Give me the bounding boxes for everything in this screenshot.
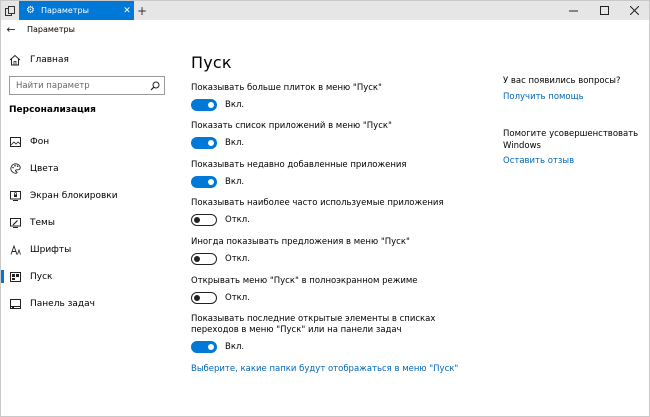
sidebar-item-home[interactable]: Главная bbox=[9, 54, 69, 66]
improve-text-line2: Windows bbox=[503, 141, 541, 151]
toggle-state: Вкл. bbox=[225, 342, 245, 352]
setting-suggestions: Иногда показывать предложения в меню "Пу… bbox=[191, 237, 491, 265]
app-title: Параметры bbox=[27, 24, 75, 34]
setting-label: Показать список приложений в меню "Пуск" bbox=[191, 121, 392, 131]
toggle-switch[interactable] bbox=[191, 292, 217, 304]
minimize-button[interactable] bbox=[558, 1, 588, 20]
sidebar-item-label: Экран блокировки bbox=[30, 190, 118, 201]
tab-overview-icon bbox=[5, 5, 15, 16]
sidebar-item-label: Пуск bbox=[30, 271, 53, 282]
setting-label-line1: Показывать последние открытые элементы в… bbox=[191, 314, 436, 324]
tab-close-button[interactable]: ✕ bbox=[120, 6, 134, 16]
sidebar-item-start[interactable]: Пуск bbox=[1, 263, 181, 290]
sidebar-item-label: Шрифты bbox=[30, 244, 72, 255]
setting-more-tiles: Показывать больше плиток в меню "Пуск" В… bbox=[191, 83, 491, 111]
sidebar-item-background[interactable]: Фон bbox=[1, 128, 181, 155]
setting-recently-added: Показывать недавно добавленные приложени… bbox=[191, 160, 491, 188]
app-header: ← Параметры bbox=[1, 20, 181, 38]
close-window-button[interactable] bbox=[619, 1, 649, 20]
setting-label-line2: переходов в меню "Пуск" или на панели за… bbox=[191, 325, 402, 335]
setting-fullscreen: Открывать меню "Пуск" в полноэкранном ре… bbox=[191, 276, 491, 304]
toggle-switch[interactable] bbox=[191, 99, 217, 111]
improve-text-line1: Помогите усовершенствовать bbox=[503, 129, 639, 139]
maximize-icon bbox=[599, 6, 609, 15]
close-icon bbox=[629, 6, 639, 15]
title-bar: ⚙ Параметры ✕ + bbox=[1, 1, 649, 20]
sidebar-item-label: Темы bbox=[30, 217, 55, 228]
feedback-link[interactable]: Оставить отзыв bbox=[503, 156, 574, 166]
get-help-link[interactable]: Получить помощь bbox=[503, 92, 584, 102]
lock-screen-icon bbox=[9, 190, 21, 202]
toggle-switch[interactable] bbox=[191, 214, 217, 226]
sidebar: Главная Найти параметр Персонализация Фо… bbox=[1, 38, 181, 416]
search-icon[interactable] bbox=[146, 81, 164, 91]
sidebar-item-themes[interactable]: Темы bbox=[1, 209, 181, 236]
search-placeholder: Найти параметр bbox=[16, 80, 90, 91]
toggle-state: Вкл. bbox=[225, 138, 245, 148]
sidebar-item-taskbar[interactable]: Панель задач bbox=[1, 290, 181, 317]
setting-label: Иногда показывать предложения в меню "Пу… bbox=[191, 237, 410, 247]
settings-window: ⚙ Параметры ✕ + ← Параметры Главная Найт… bbox=[0, 0, 650, 417]
sidebar-item-label: Панель задач bbox=[30, 298, 95, 309]
minimize-icon bbox=[568, 10, 578, 12]
choose-folders-link[interactable]: Выберите, какие папки будут отображаться… bbox=[191, 364, 458, 374]
setting-label: Показывать недавно добавленные приложени… bbox=[191, 160, 407, 170]
tab-overview-button[interactable] bbox=[1, 1, 19, 20]
toggle-switch[interactable] bbox=[191, 253, 217, 265]
setting-most-used: Показывать наиболее часто используемые п… bbox=[191, 198, 491, 226]
toggle-state: Откл. bbox=[225, 293, 250, 303]
image-icon bbox=[9, 136, 21, 148]
sidebar-item-lock-screen[interactable]: Экран блокировки bbox=[1, 182, 181, 209]
start-icon bbox=[9, 271, 21, 283]
setting-app-list: Показать список приложений в меню "Пуск"… bbox=[191, 121, 491, 149]
palette-icon bbox=[9, 163, 21, 175]
font-icon bbox=[9, 244, 21, 256]
tab-label: Параметры bbox=[41, 6, 89, 15]
sidebar-item-colors[interactable]: Цвета bbox=[1, 155, 181, 182]
toggle-switch[interactable] bbox=[191, 137, 217, 149]
setting-label: Показывать больше плиток в меню "Пуск" bbox=[191, 83, 382, 93]
sidebar-item-label: Цвета bbox=[30, 163, 59, 174]
toggle-state: Вкл. bbox=[225, 100, 245, 110]
sidebar-item-fonts[interactable]: Шрифты bbox=[1, 236, 181, 263]
toggle-switch[interactable] bbox=[191, 176, 217, 188]
gear-icon: ⚙ bbox=[26, 5, 35, 16]
maximize-button[interactable] bbox=[589, 1, 619, 20]
toggle-state: Откл. bbox=[225, 215, 250, 225]
tab-settings[interactable]: ⚙ Параметры ✕ bbox=[19, 1, 134, 20]
brush-icon bbox=[9, 217, 21, 229]
taskbar-icon bbox=[9, 298, 21, 310]
help-question: У вас появились вопросы? bbox=[503, 76, 621, 86]
back-button[interactable]: ← bbox=[1, 23, 21, 36]
new-tab-button[interactable]: + bbox=[135, 1, 149, 20]
sidebar-item-label: Фон bbox=[30, 136, 50, 147]
search-input[interactable]: Найти параметр bbox=[9, 76, 165, 95]
setting-label: Открывать меню "Пуск" в полноэкранном ре… bbox=[191, 276, 418, 286]
toggle-state: Откл. bbox=[225, 254, 250, 264]
toggle-state: Вкл. bbox=[225, 177, 245, 187]
page-title: Пуск bbox=[191, 53, 232, 72]
toggle-switch[interactable] bbox=[191, 341, 217, 353]
setting-label: Показывать наиболее часто используемые п… bbox=[191, 198, 444, 208]
home-label: Главная bbox=[30, 55, 69, 65]
sidebar-nav: Фон Цвета Экран блокировки Темы Шрифты П… bbox=[1, 128, 181, 317]
home-icon bbox=[9, 54, 21, 66]
setting-recent-items: Показывать последние открытые элементы в… bbox=[191, 314, 491, 353]
section-title: Персонализация bbox=[9, 105, 96, 115]
